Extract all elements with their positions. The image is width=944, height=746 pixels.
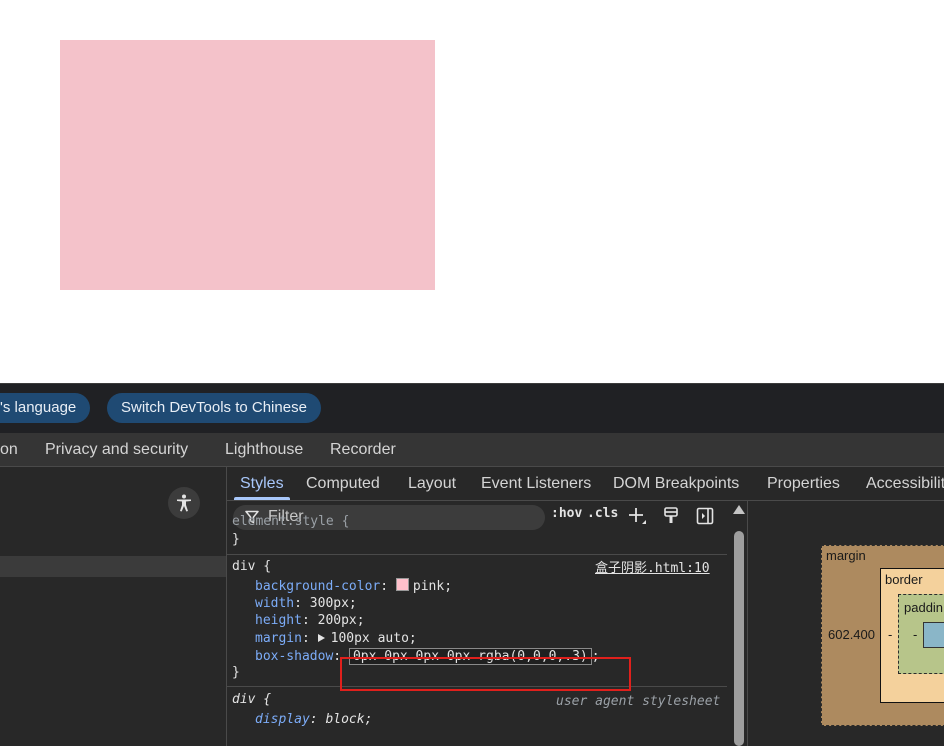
padding-label: paddin bbox=[904, 600, 944, 615]
selected-dom-node[interactable] bbox=[0, 556, 226, 577]
expand-triangle-icon[interactable] bbox=[317, 634, 325, 642]
tab-lighthouse[interactable]: Lighthouse bbox=[225, 433, 303, 466]
source-file-link[interactable]: 盒子阴影.html:10 bbox=[595, 560, 710, 577]
div-rule-selector[interactable]: div { bbox=[232, 558, 271, 575]
tab-dom-breakpoints[interactable]: DOM Breakpoints bbox=[613, 467, 739, 500]
border-left-value[interactable]: - bbox=[888, 627, 892, 642]
tab-application[interactable]: on bbox=[0, 433, 18, 466]
cls-toggle[interactable]: .cls bbox=[587, 506, 618, 521]
prop-background-color[interactable]: background-color bbox=[255, 579, 380, 594]
box-shadow-highlight-annotation bbox=[340, 657, 631, 691]
decl-margin[interactable]: margin: 100px auto; bbox=[255, 630, 417, 647]
decl-background-color[interactable]: background-color: pink; bbox=[255, 578, 452, 595]
accessibility-icon bbox=[177, 494, 191, 512]
scroll-up-arrow-icon[interactable] bbox=[733, 505, 745, 514]
pink-div-box[interactable] bbox=[60, 40, 435, 290]
value-display: block; bbox=[325, 712, 373, 727]
new-style-rule-icon[interactable] bbox=[627, 506, 647, 526]
scrollbar-thumb[interactable] bbox=[734, 531, 744, 746]
element-style-close: } bbox=[232, 532, 240, 547]
box-model-content[interactable] bbox=[923, 622, 944, 648]
match-browser-language-button[interactable]: 's language bbox=[0, 393, 91, 423]
language-infobar: 's language Switch DevTools to Chinese bbox=[0, 383, 944, 434]
accessibility-tree-button[interactable] bbox=[168, 487, 200, 519]
tab-privacy-security[interactable]: Privacy and security bbox=[45, 433, 188, 466]
decl-display: display: block; bbox=[255, 712, 373, 727]
border-label: border bbox=[885, 572, 923, 587]
rule-divider bbox=[227, 554, 727, 555]
tab-computed[interactable]: Computed bbox=[306, 467, 380, 500]
value-width[interactable]: 300px; bbox=[310, 596, 357, 611]
tab-properties[interactable]: Properties bbox=[767, 467, 840, 500]
decl-height[interactable]: height: 200px; bbox=[255, 612, 365, 629]
devtools-panel: 's language Switch DevTools to Chinese o… bbox=[0, 383, 944, 746]
user-agent-stylesheet-label: user agent stylesheet bbox=[556, 694, 721, 709]
color-swatch-pink[interactable] bbox=[395, 578, 409, 591]
div-rule-close: } bbox=[232, 665, 240, 680]
margin-label: margin bbox=[826, 548, 866, 563]
hov-toggle[interactable]: :hov bbox=[551, 506, 582, 521]
page-viewport bbox=[0, 0, 944, 383]
prop-display: display bbox=[255, 712, 310, 727]
prop-margin[interactable]: margin bbox=[255, 631, 302, 646]
tab-styles[interactable]: Styles bbox=[234, 467, 290, 500]
rendering-emulation-icon[interactable] bbox=[661, 506, 681, 526]
styles-pane: Filter :hov .cls element.style { } div {… bbox=[227, 501, 746, 746]
decl-width[interactable]: width: 300px; bbox=[255, 595, 357, 612]
prop-box-shadow[interactable]: box-shadow bbox=[255, 649, 333, 664]
box-model-pane: margin border paddin 602.400 - - bbox=[747, 501, 944, 746]
ua-rule-selector: div { bbox=[232, 692, 272, 707]
switch-devtools-chinese-button[interactable]: Switch DevTools to Chinese bbox=[107, 393, 321, 423]
toggle-sidebar-icon[interactable] bbox=[695, 506, 715, 526]
value-background-color[interactable]: pink; bbox=[413, 579, 452, 594]
main-tab-bar: on Privacy and security Lighthouse Recor… bbox=[0, 433, 944, 467]
sidebar-tab-bar: Styles Computed Layout Event Listeners D… bbox=[227, 467, 944, 501]
elements-dom-tree bbox=[0, 467, 227, 746]
value-height[interactable]: 200px; bbox=[318, 613, 365, 628]
tab-event-listeners[interactable]: Event Listeners bbox=[481, 467, 591, 500]
margin-left-value[interactable]: 602.400 bbox=[828, 627, 875, 642]
tab-recorder[interactable]: Recorder bbox=[330, 433, 396, 466]
prop-width[interactable]: width bbox=[255, 596, 294, 611]
element-style-selector[interactable]: element.style { bbox=[232, 513, 349, 530]
prop-height[interactable]: height bbox=[255, 613, 302, 628]
tab-layout[interactable]: Layout bbox=[408, 467, 456, 500]
value-margin[interactable]: 100px auto; bbox=[331, 631, 417, 646]
padding-left-value[interactable]: - bbox=[913, 627, 917, 642]
tab-accessibility[interactable]: Accessibilit bbox=[866, 467, 944, 500]
